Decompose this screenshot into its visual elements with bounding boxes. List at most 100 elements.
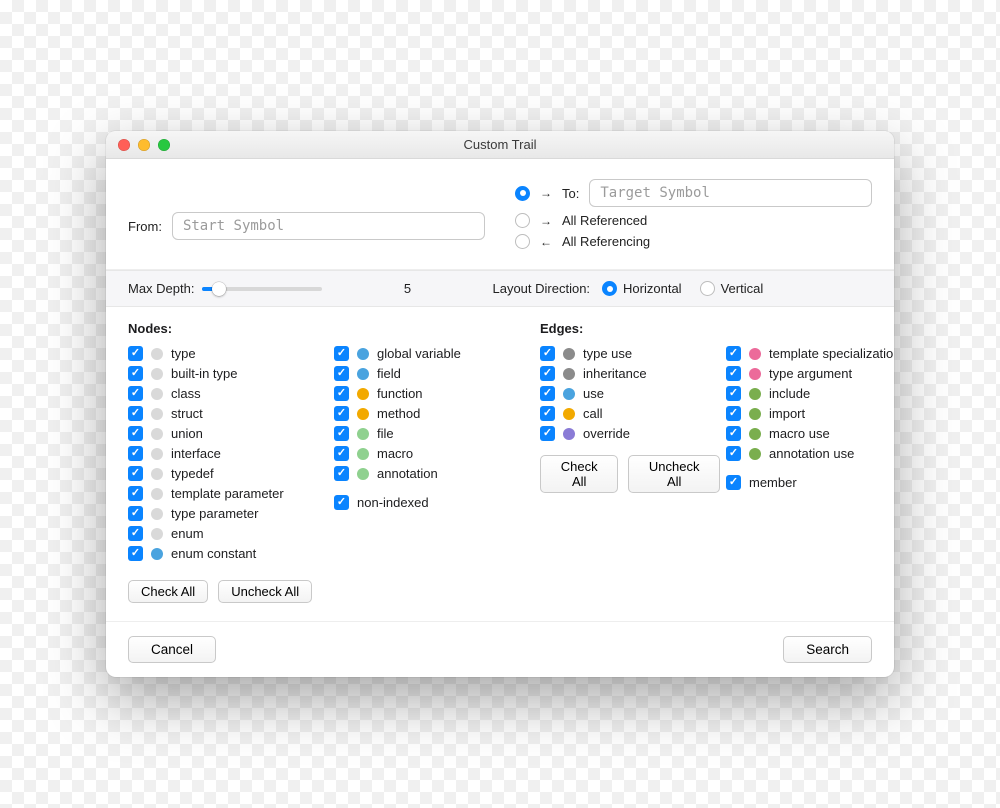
checkbox[interactable] bbox=[540, 406, 555, 421]
max-depth-slider[interactable] bbox=[202, 287, 322, 291]
checkbox[interactable] bbox=[128, 486, 143, 501]
color-dot-icon bbox=[749, 448, 761, 460]
checkbox[interactable] bbox=[334, 346, 349, 361]
arrow-right-icon: → bbox=[540, 186, 552, 200]
filter-label: built-in type bbox=[171, 366, 237, 381]
filter-row: global variable bbox=[334, 346, 534, 361]
color-dot-icon bbox=[563, 428, 575, 440]
horizontal-label: Horizontal bbox=[623, 281, 682, 296]
titlebar: Custom Trail bbox=[106, 131, 894, 159]
filter-label: union bbox=[171, 426, 203, 441]
checkbox[interactable] bbox=[128, 346, 143, 361]
checkbox[interactable] bbox=[334, 366, 349, 381]
filter-label: inheritance bbox=[583, 366, 647, 381]
radio-vertical[interactable] bbox=[700, 281, 715, 296]
cancel-button[interactable]: Cancel bbox=[128, 636, 216, 663]
edges-check-all-button[interactable]: Check All bbox=[540, 455, 618, 493]
color-dot-icon bbox=[151, 348, 163, 360]
filter-row: call bbox=[540, 406, 720, 421]
radio-all-referencing[interactable] bbox=[515, 234, 530, 249]
nodes-title: Nodes: bbox=[128, 321, 328, 336]
filter-label: template parameter bbox=[171, 486, 284, 501]
from-input[interactable] bbox=[172, 212, 485, 240]
filter-label: type parameter bbox=[171, 506, 258, 521]
color-dot-icon bbox=[151, 368, 163, 380]
filter-row: override bbox=[540, 426, 720, 441]
filter-label: macro use bbox=[769, 426, 830, 441]
checkbox[interactable] bbox=[128, 406, 143, 421]
filter-label: field bbox=[377, 366, 401, 381]
edges-uncheck-all-button[interactable]: Uncheck All bbox=[628, 455, 720, 493]
filter-row: file bbox=[334, 426, 534, 441]
checkbox[interactable] bbox=[128, 466, 143, 481]
checkbox[interactable] bbox=[128, 446, 143, 461]
arrow-right-icon: → bbox=[540, 214, 552, 228]
filter-label: call bbox=[583, 406, 603, 421]
checkbox[interactable] bbox=[540, 426, 555, 441]
filter-label: include bbox=[769, 386, 810, 401]
color-dot-icon bbox=[151, 488, 163, 500]
checkbox[interactable] bbox=[726, 386, 741, 401]
filter-label: function bbox=[377, 386, 423, 401]
arrow-left-icon: ← bbox=[540, 235, 552, 249]
from-label: From: bbox=[128, 219, 162, 234]
checkbox[interactable] bbox=[128, 546, 143, 561]
filter-row: type use bbox=[540, 346, 720, 361]
edges-title: Edges: bbox=[540, 321, 720, 336]
color-dot-icon bbox=[749, 348, 761, 360]
checkbox-member[interactable] bbox=[726, 475, 741, 490]
filter-row: inheritance bbox=[540, 366, 720, 381]
checkbox[interactable] bbox=[128, 386, 143, 401]
color-dot-icon bbox=[357, 388, 369, 400]
filter-label: interface bbox=[171, 446, 221, 461]
radio-to[interactable] bbox=[515, 186, 530, 201]
checkbox[interactable] bbox=[726, 346, 741, 361]
checkbox[interactable] bbox=[334, 426, 349, 441]
checkbox[interactable] bbox=[540, 366, 555, 381]
color-dot-icon bbox=[357, 348, 369, 360]
color-dot-icon bbox=[151, 528, 163, 540]
filter-label: annotation bbox=[377, 466, 438, 481]
radio-all-referenced[interactable] bbox=[515, 213, 530, 228]
vertical-label: Vertical bbox=[721, 281, 764, 296]
checkbox-non-indexed[interactable] bbox=[334, 495, 349, 510]
filter-row: annotation use bbox=[726, 446, 894, 461]
filter-row: include bbox=[726, 386, 894, 401]
filter-row: import bbox=[726, 406, 894, 421]
nodes-uncheck-all-button[interactable]: Uncheck All bbox=[218, 580, 312, 603]
filters-grid: Nodes: typebuilt-in typeclassstructunion… bbox=[106, 307, 894, 621]
checkbox[interactable] bbox=[128, 506, 143, 521]
checkbox[interactable] bbox=[128, 426, 143, 441]
checkbox[interactable] bbox=[128, 366, 143, 381]
radio-horizontal[interactable] bbox=[602, 281, 617, 296]
checkbox[interactable] bbox=[334, 386, 349, 401]
to-input[interactable] bbox=[589, 179, 872, 207]
checkbox[interactable] bbox=[540, 346, 555, 361]
checkbox[interactable] bbox=[540, 386, 555, 401]
all-referenced-label: All Referenced bbox=[562, 213, 647, 228]
member-label: member bbox=[749, 475, 797, 490]
color-dot-icon bbox=[151, 428, 163, 440]
nodes-check-all-button[interactable]: Check All bbox=[128, 580, 208, 603]
filter-label: use bbox=[583, 386, 604, 401]
checkbox[interactable] bbox=[334, 406, 349, 421]
color-dot-icon bbox=[357, 468, 369, 480]
checkbox[interactable] bbox=[726, 446, 741, 461]
filter-row: built-in type bbox=[128, 366, 328, 381]
checkbox[interactable] bbox=[334, 446, 349, 461]
filter-row: macro bbox=[334, 446, 534, 461]
filter-label: method bbox=[377, 406, 420, 421]
search-button[interactable]: Search bbox=[783, 636, 872, 663]
checkbox[interactable] bbox=[726, 426, 741, 441]
to-label: To: bbox=[562, 186, 579, 201]
checkbox[interactable] bbox=[128, 526, 143, 541]
checkbox[interactable] bbox=[726, 406, 741, 421]
filter-row: field bbox=[334, 366, 534, 381]
color-dot-icon bbox=[151, 548, 163, 560]
color-dot-icon bbox=[749, 388, 761, 400]
filter-label: type bbox=[171, 346, 196, 361]
filter-row: class bbox=[128, 386, 328, 401]
checkbox[interactable] bbox=[334, 466, 349, 481]
checkbox[interactable] bbox=[726, 366, 741, 381]
color-dot-icon bbox=[563, 368, 575, 380]
